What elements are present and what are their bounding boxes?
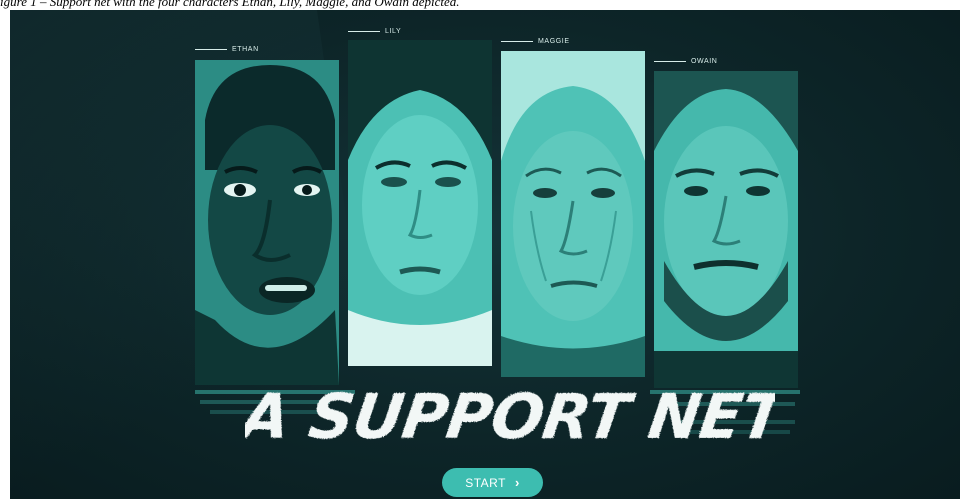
character-name: MAGGIE	[538, 38, 570, 45]
character-label-maggie: MAGGIE	[501, 38, 570, 45]
figure-caption: igure 1 – Support net with the four char…	[0, 0, 460, 9]
character-label-ethan: ETHAN	[195, 46, 259, 53]
character-label-lily: LILY	[348, 28, 401, 35]
title-text: A SUPPORT NET	[245, 380, 775, 453]
label-rule	[348, 31, 380, 32]
owain-face-image	[654, 71, 798, 388]
character-name: ETHAN	[232, 46, 259, 53]
character-name: OWAIN	[691, 58, 718, 65]
start-button-label: START	[465, 475, 506, 490]
character-name: LILY	[385, 28, 402, 35]
chevron-right-icon: ›	[514, 475, 520, 490]
portrait-lily[interactable]	[348, 40, 492, 366]
label-rule	[501, 41, 533, 42]
title-logo: A SUPPORT NET	[245, 380, 775, 453]
intro-screen: ETHAN LILY MAGGIE OWAIN A SUPPORT NET ST…	[10, 10, 960, 499]
ethan-face-image	[195, 60, 339, 385]
portrait-maggie[interactable]	[501, 51, 645, 377]
lily-face-image	[348, 40, 492, 366]
character-label-owain: OWAIN	[654, 58, 717, 65]
start-button[interactable]: START ›	[442, 468, 543, 497]
portrait-ethan[interactable]	[195, 60, 339, 385]
label-rule	[654, 61, 686, 62]
label-rule	[195, 49, 227, 50]
portrait-owain[interactable]	[654, 71, 798, 388]
maggie-face-image	[501, 51, 645, 377]
